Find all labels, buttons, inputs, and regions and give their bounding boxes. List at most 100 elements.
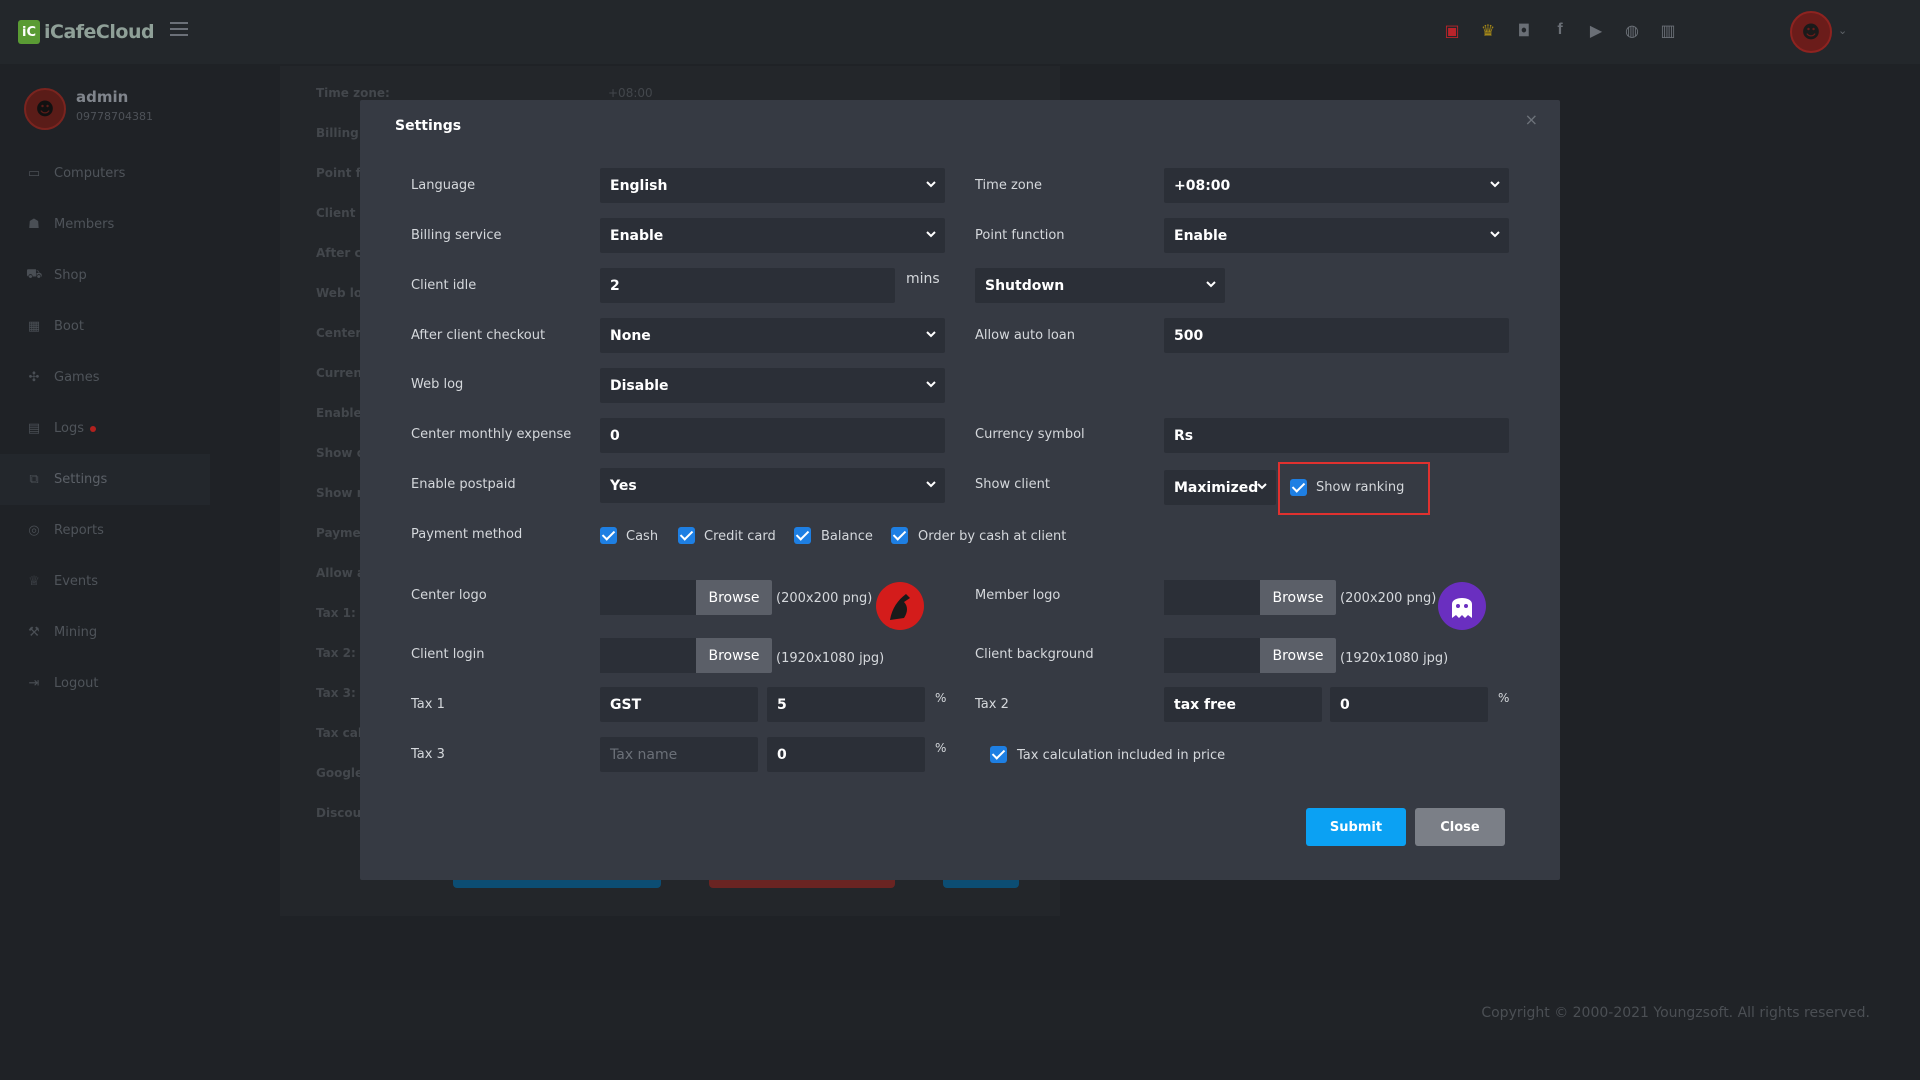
tax3-name-input[interactable]: Tax name [600, 737, 758, 772]
tax2-label: Tax 2 [975, 697, 1009, 712]
brand-logo[interactable]: iC iCafeCloud [18, 18, 155, 46]
submit-button[interactable]: Submit [1306, 808, 1406, 846]
settings-icon: ⧉ [29, 472, 39, 487]
sidebar-item-boot[interactable]: ▦ Boot [0, 301, 210, 352]
gift-icon[interactable]: ▣ [1440, 18, 1464, 42]
tax1-rate-input[interactable]: 5 [767, 687, 925, 722]
chevron-down-icon [1206, 281, 1216, 288]
currency-symbol-input[interactable]: Rs [1164, 418, 1509, 453]
web-log-label: Web log [411, 377, 464, 392]
member-logo-hint: (200x200 png) [1340, 591, 1437, 606]
sidebar-item-mining[interactable]: ⚒ Mining [0, 607, 210, 658]
client-idle-action-value: Shutdown [985, 277, 1065, 294]
youtube-icon[interactable]: ▶ [1584, 18, 1608, 42]
tax2-rate-value: 0 [1340, 696, 1350, 713]
show-client-label: Show client [975, 477, 1050, 492]
facebook-icon[interactable]: f [1548, 18, 1572, 42]
payment-order-cash-label: Order by cash at client [918, 529, 1067, 544]
sidebar-item-shop[interactable]: ⛟ Shop [0, 250, 210, 301]
book-icon[interactable]: ▥ [1656, 18, 1680, 42]
tax1-rate-value: 5 [777, 696, 787, 713]
billing-service-value: Enable [610, 227, 664, 244]
member-logo-browse-button[interactable]: Browse [1260, 580, 1336, 615]
client-login-browse-button[interactable]: Browse [696, 638, 772, 673]
tax-included-checkbox[interactable] [990, 746, 1007, 763]
show-client-select[interactable]: Maximized [1164, 470, 1276, 505]
billing-service-select[interactable]: Enable [600, 218, 945, 253]
payment-order-cash-checkbox[interactable] [891, 527, 908, 544]
report-icon: ◎ [28, 523, 40, 538]
sidebar-item-label: Computers [54, 166, 126, 181]
web-log-select[interactable]: Disable [600, 368, 945, 403]
web-log-value: Disable [610, 377, 669, 394]
member-logo-file-input[interactable] [1164, 580, 1264, 615]
chevron-down-icon [1257, 483, 1267, 490]
menu-toggle-icon[interactable] [170, 22, 188, 36]
chevron-down-icon[interactable]: ⌄ [1838, 24, 1847, 37]
tax2-name-input[interactable]: tax free [1164, 687, 1322, 722]
sidebar-item-members[interactable]: ☗ Members [0, 199, 210, 250]
show-ranking-label: Show ranking [1316, 480, 1405, 495]
show-client-value: Maximized [1174, 479, 1259, 496]
user-phone: 09778704381 [76, 110, 153, 123]
sidebar-item-logs[interactable]: ▤ Logs [0, 403, 210, 454]
top-bar: iC iCafeCloud ▣ ♛ ◘ f ▶ ◍ ▥ ☻ ⌄ [0, 0, 1920, 64]
client-background-file-input[interactable] [1164, 638, 1264, 673]
account-avatar[interactable]: ☻ [1790, 11, 1832, 53]
sidebar-item-events[interactable]: ♕ Events [0, 556, 210, 607]
close-icon[interactable]: × [1525, 110, 1538, 129]
auto-loan-input[interactable]: 500 [1164, 318, 1509, 353]
client-idle-unit: mins [906, 271, 940, 287]
show-ranking-checkbox[interactable] [1290, 479, 1307, 496]
sidebar-item-computers[interactable]: ▭ Computers [0, 148, 210, 199]
discord-icon[interactable]: ◘ [1512, 18, 1536, 42]
tax2-rate-input[interactable]: 0 [1330, 687, 1488, 722]
client-idle-input[interactable]: 2 [600, 268, 895, 303]
tax1-unit: % [935, 691, 947, 705]
monthly-expense-value: 0 [610, 427, 620, 444]
center-logo-browse-button[interactable]: Browse [696, 580, 772, 615]
chevron-down-icon [1490, 181, 1500, 188]
tax3-rate-input[interactable]: 0 [767, 737, 925, 772]
center-logo-file-input[interactable] [600, 580, 700, 615]
globe-icon[interactable]: ◍ [1620, 18, 1644, 42]
billing-service-label: Billing service [411, 228, 502, 243]
sidebar-nav: ▭ Computers ☗ Members ⛟ Shop ▦ Boot ✣ Games ▤… [0, 148, 210, 709]
point-function-select[interactable]: Enable [1164, 218, 1509, 253]
chevron-down-icon [926, 481, 936, 488]
member-logo-preview [1438, 582, 1486, 630]
crown-icon: ♕ [28, 574, 40, 589]
payment-credit-card-label: Credit card [704, 529, 776, 544]
client-background-browse-button[interactable]: Browse [1260, 638, 1336, 673]
auto-loan-label: Allow auto loan [975, 328, 1075, 343]
tax1-name-input[interactable]: GST [600, 687, 758, 722]
modal-title: Settings [395, 118, 462, 134]
monthly-expense-input[interactable]: 0 [600, 418, 945, 453]
pickaxe-icon: ⚒ [28, 625, 40, 640]
payment-credit-card-checkbox[interactable] [678, 527, 695, 544]
trophy-icon[interactable]: ♛ [1476, 18, 1500, 42]
payment-cash-checkbox[interactable] [600, 527, 617, 544]
tax1-name-value: GST [610, 696, 642, 713]
language-select[interactable]: English [600, 168, 945, 203]
sidebar-item-label: Games [54, 370, 100, 385]
member-logo-label: Member logo [975, 588, 1061, 603]
client-idle-action-select[interactable]: Shutdown [975, 268, 1225, 303]
after-checkout-label: After client checkout [411, 328, 546, 343]
settings-modal: Settings × Language English Time zone +0… [360, 100, 1560, 880]
cart-icon: ⛟ [26, 267, 43, 282]
postpaid-select[interactable]: Yes [600, 468, 945, 503]
chevron-down-icon [926, 381, 936, 388]
payment-balance-checkbox[interactable] [794, 527, 811, 544]
sidebar-item-reports[interactable]: ◎ Reports [0, 505, 210, 556]
client-login-file-input[interactable] [600, 638, 700, 673]
timezone-select[interactable]: +08:00 [1164, 168, 1509, 203]
after-checkout-select[interactable]: None [600, 318, 945, 353]
sidebar-item-games[interactable]: ✣ Games [0, 352, 210, 403]
close-button[interactable]: Close [1415, 808, 1505, 846]
tax-included-label: Tax calculation included in price [1017, 748, 1226, 763]
user-avatar[interactable]: ☻ [24, 88, 66, 130]
sidebar-item-settings[interactable]: ⧉ Settings [0, 454, 210, 505]
sidebar-item-logout[interactable]: ⇥ Logout [0, 658, 210, 709]
payment-balance-label: Balance [821, 529, 873, 544]
